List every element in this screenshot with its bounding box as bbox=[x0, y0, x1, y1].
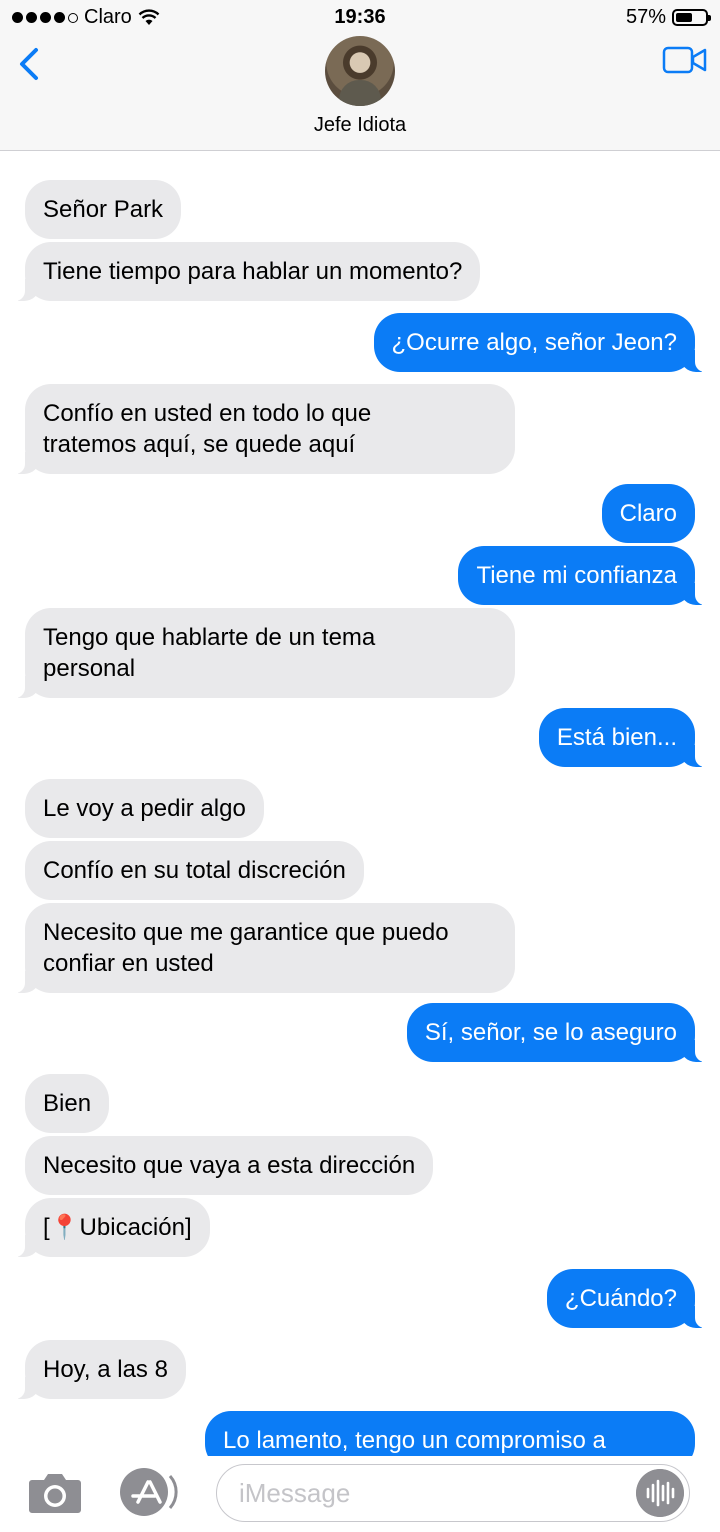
status-time: 19:36 bbox=[334, 6, 386, 28]
avatar[interactable] bbox=[325, 36, 395, 106]
message-bubble-incoming[interactable]: Tiene tiempo para hablar un momento? bbox=[13, 242, 481, 301]
message-bubble-incoming[interactable]: Confío en su total discreción bbox=[25, 841, 364, 900]
message-bubble-incoming[interactable]: [📍Ubicación] bbox=[14, 1198, 210, 1257]
composer-bar: iMessage bbox=[0, 1456, 720, 1532]
conversation-header: Jefe Idiota bbox=[0, 36, 720, 151]
message-input[interactable]: iMessage bbox=[216, 1464, 690, 1522]
message-bubble-outgoing[interactable]: Sí, señor, se lo aseguro bbox=[406, 1003, 707, 1062]
audio-waveform-icon[interactable] bbox=[636, 1469, 684, 1517]
message-thread[interactable]: Señor Park Tiene tiempo para hablar un m… bbox=[0, 151, 720, 1456]
message-bubble-incoming[interactable]: Necesito que vaya a esta dirección bbox=[25, 1136, 434, 1195]
message-bubble-outgoing[interactable]: Claro bbox=[601, 484, 695, 543]
message-bubble-incoming[interactable]: Necesito que me garantice que puedo conf… bbox=[14, 903, 515, 993]
video-call-icon[interactable] bbox=[662, 44, 708, 76]
message-bubble-outgoing[interactable]: Tiene mi confianza bbox=[458, 546, 706, 605]
app-store-icon[interactable] bbox=[118, 1466, 180, 1518]
battery-icon bbox=[672, 9, 711, 26]
contact-name[interactable]: Jefe Idiota bbox=[0, 114, 720, 137]
status-right: 57% bbox=[625, 6, 711, 29]
message-bubble-outgoing[interactable]: Lo lamento, tengo un compromiso a bbox=[205, 1411, 695, 1456]
message-input-placeholder: iMessage bbox=[239, 1478, 351, 1508]
message-bubble-incoming[interactable]: Señor Park bbox=[25, 180, 182, 239]
message-bubble-outgoing[interactable]: ¿Cuándo? bbox=[546, 1269, 707, 1328]
message-bubble-incoming[interactable]: Confío en usted en todo lo que tratemos … bbox=[14, 384, 515, 474]
camera-icon[interactable] bbox=[28, 1470, 82, 1514]
status-bar: Claro 19:36 57% bbox=[0, 0, 720, 36]
message-bubble-outgoing[interactable]: Está bien... bbox=[538, 708, 707, 767]
battery-percent: 57% bbox=[625, 6, 666, 28]
message-bubble-incoming[interactable]: Le voy a pedir algo bbox=[25, 779, 264, 838]
message-bubble-incoming[interactable]: Hoy, a las 8 bbox=[14, 1340, 186, 1399]
message-bubble-incoming[interactable]: Bien bbox=[25, 1074, 110, 1133]
message-bubble-incoming[interactable]: Tengo que hablarte de un tema personal bbox=[14, 608, 515, 698]
back-chevron-icon[interactable] bbox=[12, 44, 48, 84]
message-bubble-outgoing[interactable]: ¿Ocurre algo, señor Jeon? bbox=[373, 313, 707, 372]
